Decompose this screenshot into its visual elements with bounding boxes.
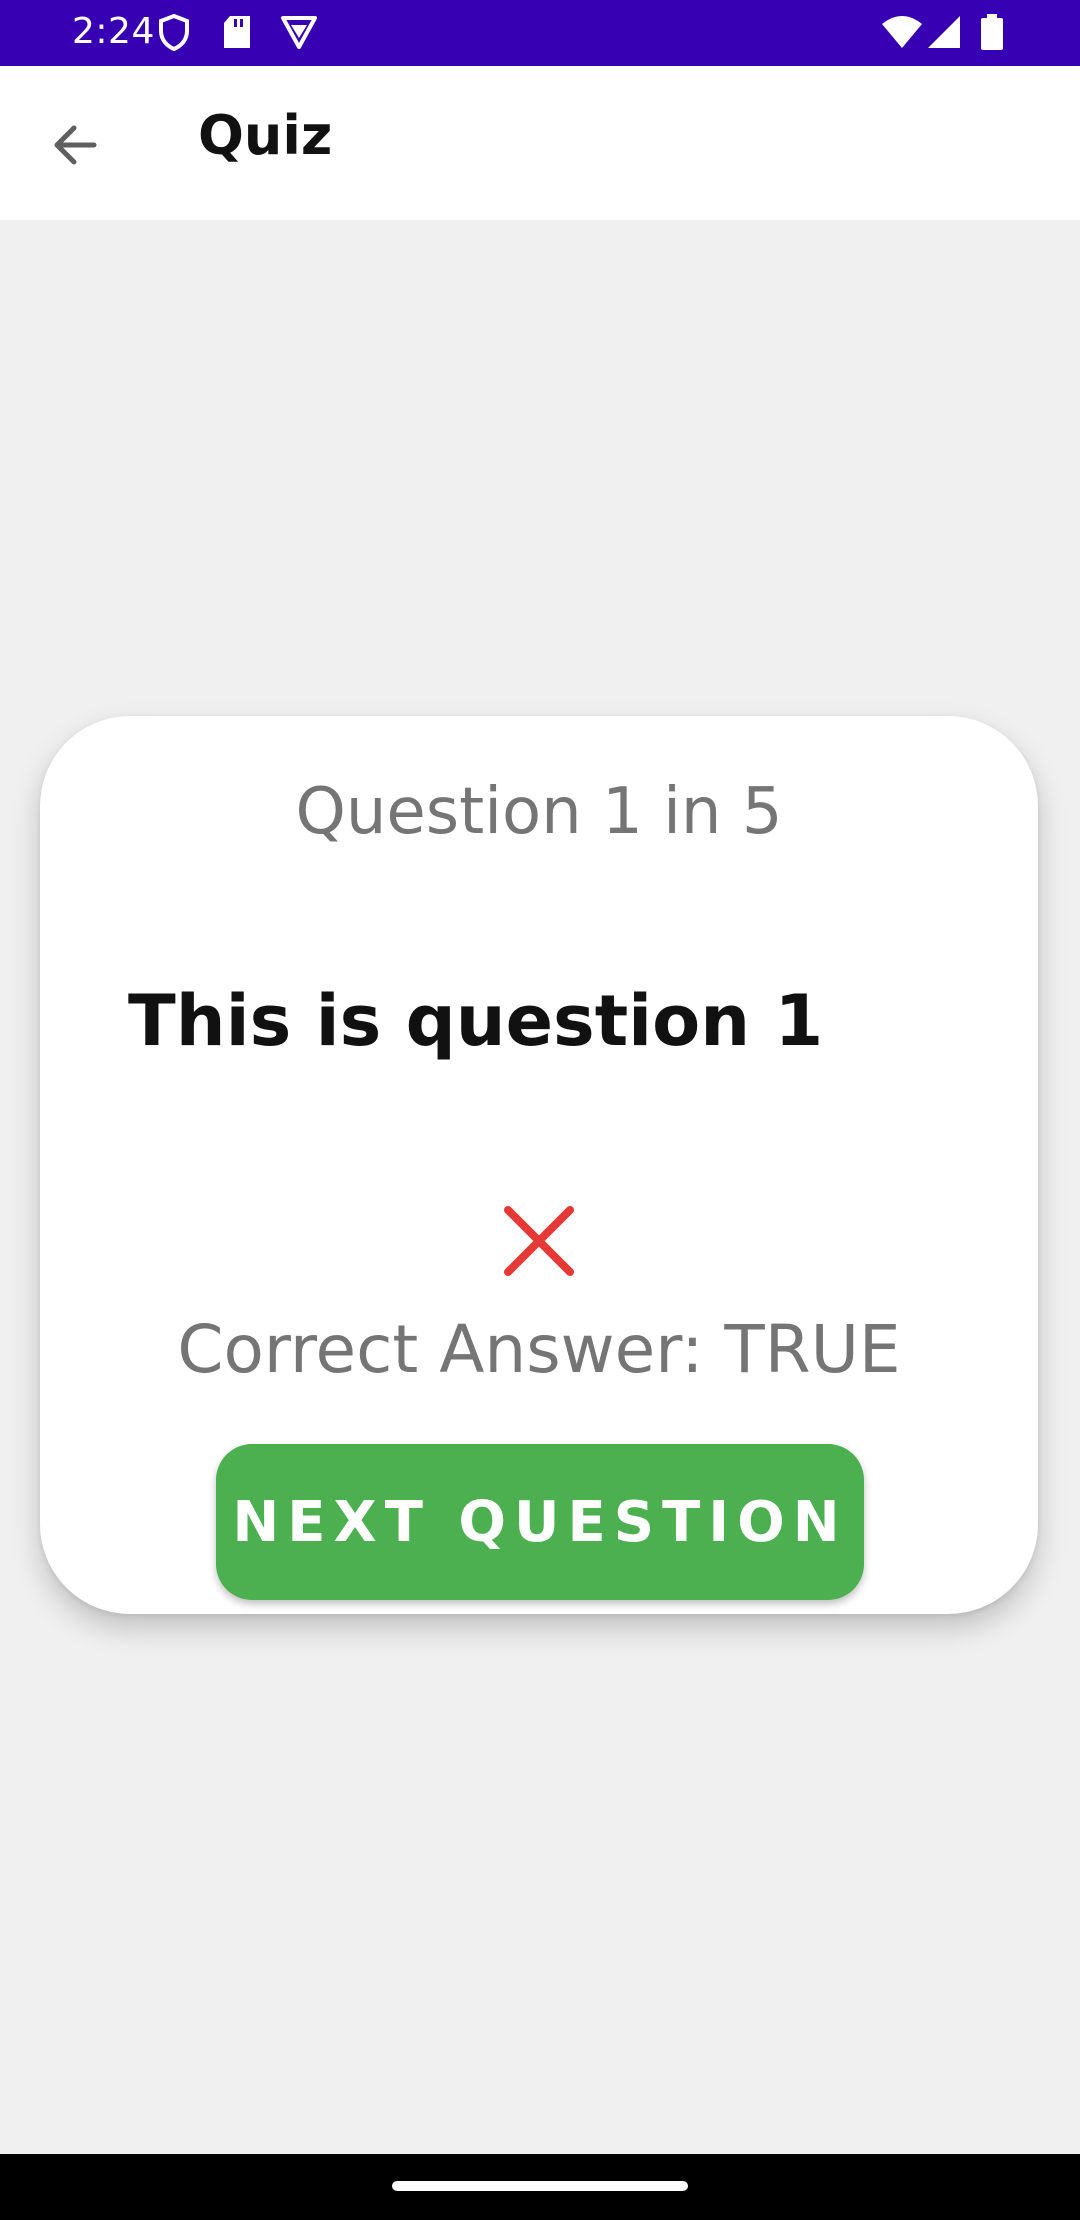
arrow-back-icon xyxy=(54,125,97,165)
question-card: Question 1 in 5 This is question 1 Corre… xyxy=(40,716,1038,1614)
close-icon xyxy=(500,1202,578,1280)
sd-card-icon xyxy=(222,14,252,54)
question-counter: Question 1 in 5 xyxy=(295,775,783,849)
status-bar: 2:24 xyxy=(0,0,1080,66)
shield-icon xyxy=(158,13,190,56)
wifi-icon xyxy=(880,14,924,54)
app-bar: Quiz xyxy=(0,66,1080,220)
navigation-bar xyxy=(0,2154,1080,2220)
battery-icon xyxy=(980,14,1004,56)
signal-icon xyxy=(926,14,962,54)
correct-answer-text: Correct Answer: TRUE xyxy=(177,1311,901,1388)
vpn-badge-icon xyxy=(280,14,318,54)
back-button[interactable] xyxy=(40,110,110,180)
status-time: 2:24 xyxy=(72,11,155,52)
page-title: Quiz xyxy=(198,104,333,167)
next-question-button[interactable]: NEXT QUESTION xyxy=(216,1444,864,1600)
home-indicator[interactable] xyxy=(392,2181,688,2191)
question-text: This is question 1 xyxy=(128,980,824,1062)
